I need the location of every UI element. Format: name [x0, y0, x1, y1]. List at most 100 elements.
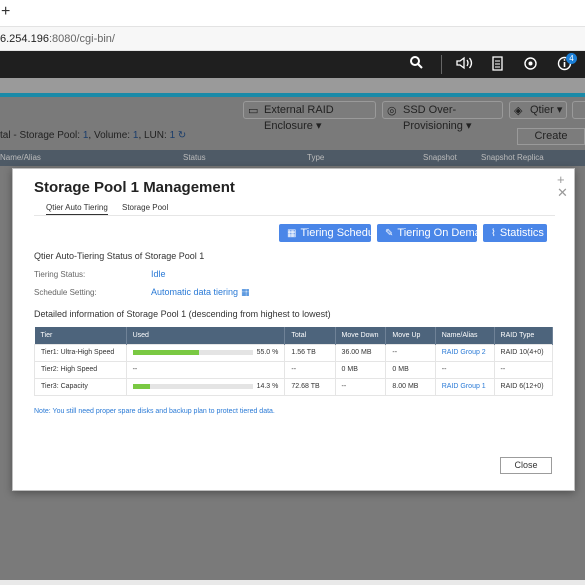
qtier-label: Qtier	[530, 104, 554, 116]
header-used: Used	[126, 327, 286, 344]
tiering-on-demand-button[interactable]: ✎ Tiering On Demand	[377, 224, 493, 242]
usage-bar-fill	[132, 349, 199, 355]
raid-type-cell: --	[493, 360, 554, 379]
edit-icon: ✎	[385, 228, 394, 239]
dialog-title: Storage Pool 1 Management	[34, 179, 235, 196]
qtier-icon: ◈	[514, 105, 523, 117]
volume-icon[interactable]	[456, 56, 474, 74]
used-cell: 14.3 %	[125, 377, 286, 396]
schedule-setting-value: Automatic data tiering	[151, 287, 239, 297]
header-move-up: Move Up	[385, 327, 436, 344]
app-top-bar: 4	[0, 51, 585, 78]
summary-prefix: tal - Storage Pool:	[0, 130, 81, 141]
raid-type-cell: RAID 10(4+0)	[493, 343, 554, 362]
schedule-setting-link[interactable]: Automatic data tiering ▦	[151, 287, 250, 298]
raid-group-link[interactable]: RAID Group 2	[434, 343, 495, 362]
raid-type-cell: RAID 6(12+0)	[493, 377, 554, 396]
alias-cell: --	[434, 360, 495, 379]
detail-section-title: Detailed information of Storage Pool 1 (…	[34, 309, 331, 319]
raid-group-link[interactable]: RAID Group 1	[434, 377, 495, 396]
usage-bar	[132, 349, 253, 355]
used-cell: 55.0 %	[125, 343, 286, 362]
tier-name: Tier1: Ultra-High Speed	[34, 343, 127, 362]
table-row: Tier2: High Speed -- -- 0 MB 0 MB -- --	[34, 360, 554, 379]
table-row: Tier1: Ultra-High Speed 55.0 % 1.56 TB 3…	[34, 343, 554, 362]
ssd-overprovisioning-button[interactable]: ◎ SSD Over-Provisioning ▾	[382, 101, 503, 132]
total-cell: --	[284, 360, 336, 379]
storage-pool-management-dialog: + ✕ Storage Pool 1 Management Qtier Auto…	[12, 168, 575, 491]
url-text: 6.254.196:8080/cgi-bin/	[0, 33, 115, 45]
sync-icon[interactable]	[523, 56, 538, 75]
usage-text: 14.3 %	[256, 382, 279, 390]
url-host: 6.254.196	[0, 33, 49, 45]
tab-storage-pool[interactable]: Storage Pool	[122, 203, 168, 212]
statistics-button[interactable]: ⌇ Statistics	[483, 224, 547, 242]
tiering-schedule-button[interactable]: ▦ Tiering Schedule	[279, 224, 383, 242]
browser-tab-bar: +	[0, 0, 585, 26]
ssd-icon: ◎	[387, 105, 397, 117]
move-down-cell: 36.00 MB	[334, 343, 387, 362]
move-up-cell: 8.00 MB	[385, 377, 436, 396]
move-down-cell: --	[334, 377, 387, 396]
chart-icon: ⌇	[491, 228, 496, 239]
tiering-status-value: Idle	[151, 269, 166, 279]
header-total: Total	[284, 327, 336, 344]
notes-icon[interactable]	[491, 56, 504, 75]
new-tab-button[interactable]: +	[1, 3, 10, 21]
volume-table-header: Name/Alias Status Type Snapshot Snapshot…	[0, 150, 585, 166]
header-move-down: Move Down	[335, 327, 387, 344]
move-up-cell: 0 MB	[385, 360, 436, 379]
calendar-icon: ▦	[287, 228, 297, 239]
header-tier: Tier	[34, 327, 127, 344]
usage-bar-fill	[132, 383, 150, 389]
enclosure-icon: ▭	[248, 105, 259, 117]
column-type[interactable]: Type	[307, 153, 324, 162]
tabs-divider	[34, 215, 555, 216]
dialog-window-controls[interactable]: + ✕	[557, 173, 574, 199]
header-name-alias: Name/Alias	[435, 327, 495, 344]
move-up-cell: --	[385, 343, 436, 362]
search-icon[interactable]	[410, 56, 423, 73]
column-name-alias[interactable]: Name/Alias	[0, 153, 41, 162]
notification-badge: 4	[566, 53, 577, 64]
calendar-icon: ▦	[241, 287, 250, 297]
tier-name: Tier3: Capacity	[34, 377, 127, 396]
schedule-setting-label: Schedule Setting:	[34, 288, 97, 297]
total-cell: 72.68 TB	[284, 377, 336, 396]
usage-bar	[132, 383, 253, 389]
spare-disk-note: Note: You still need proper spare disks …	[34, 408, 275, 415]
header-gap	[0, 78, 585, 93]
tier-table-header-row: Tier Used Total Move Down Move Up Name/A…	[34, 327, 554, 344]
qtier-button[interactable]: ◈ Qtier ▾	[509, 101, 567, 119]
usage-text: 55.0 %	[256, 348, 279, 356]
volume-label: , Volume:	[88, 130, 131, 141]
lun-label: , LUN:	[138, 130, 167, 141]
refresh-icon[interactable]: ↻	[178, 130, 186, 141]
total-cell: 1.56 TB	[284, 343, 336, 362]
tiering-schedule-label: Tiering Schedule	[300, 227, 383, 239]
address-bar[interactable]: 6.254.196:8080/cgi-bin/	[0, 26, 585, 51]
tiering-status-label: Tiering Status:	[34, 270, 86, 279]
statistics-label: Statistics	[499, 227, 544, 239]
divider	[441, 55, 442, 74]
column-snapshot-replica[interactable]: Snapshot Replica	[481, 153, 544, 162]
header-raid-type: RAID Type	[494, 327, 554, 344]
tier-name: Tier2: High Speed	[34, 360, 127, 379]
url-path: :8080/cgi-bin/	[48, 33, 115, 45]
external-raid-button[interactable]: ▭ External RAID Enclosure ▾	[243, 101, 376, 132]
ssd-overprovisioning-label: SSD Over-Provisioning	[403, 104, 463, 132]
table-row: Tier3: Capacity 14.3 % 72.68 TB -- 8.00 …	[34, 377, 554, 396]
status-section-title: Qtier Auto-Tiering Status of Storage Poo…	[34, 251, 205, 261]
used-cell: --	[125, 360, 286, 379]
column-snapshot[interactable]: Snapshot	[423, 153, 457, 162]
more-toolbar-button[interactable]	[572, 101, 585, 119]
pool-summary: tal - Storage Pool: 1, Volume: 1, LUN: 1…	[0, 130, 186, 141]
tier-table: Tier Used Total Move Down Move Up Name/A…	[34, 327, 554, 396]
lun-count: 1	[169, 130, 176, 141]
column-status[interactable]: Status	[183, 153, 206, 162]
bottom-strip	[0, 580, 585, 585]
tiering-on-demand-label: Tiering On Demand	[397, 227, 493, 239]
close-button[interactable]: Close	[500, 457, 552, 474]
move-down-cell: 0 MB	[334, 360, 387, 379]
create-button[interactable]: Create	[517, 128, 585, 145]
